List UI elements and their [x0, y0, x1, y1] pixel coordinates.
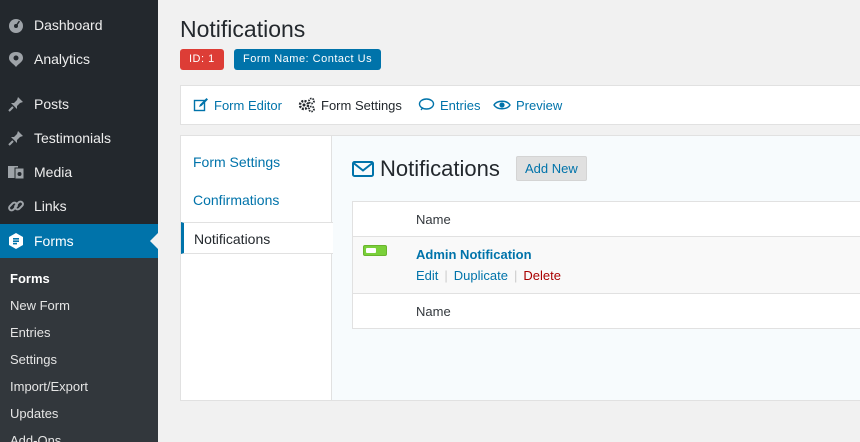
submenu-item-new-form[interactable]: New Form — [10, 298, 70, 313]
gears-icon — [298, 97, 315, 113]
submenu-item-updates[interactable]: Updates — [10, 406, 58, 421]
sidebar-item-testimonials[interactable]: Testimonials — [0, 121, 158, 155]
sidebar-item-label: Forms — [34, 233, 74, 249]
page-title: Notifications — [180, 16, 306, 42]
section-title-text: Notifications — [380, 156, 500, 181]
subnav-form-settings[interactable]: Form Settings — [181, 146, 332, 178]
envelope-icon — [352, 161, 374, 177]
edit-icon — [193, 98, 208, 112]
separator: | — [514, 268, 518, 283]
submenu-item-entries[interactable]: Entries — [10, 325, 50, 340]
toolbar-form-settings[interactable]: Form Settings — [298, 97, 402, 113]
sidebar-item-analytics[interactable]: Analytics — [0, 42, 158, 76]
active-toggle[interactable] — [363, 245, 387, 256]
section-title: Notifications — [352, 156, 500, 182]
sidebar-item-label: Media — [34, 164, 73, 180]
table-row: Admin Notification Edit | Duplicate | De… — [353, 237, 860, 294]
form-name-badge: Form Name: Contact Us — [234, 49, 382, 70]
separator: | — [444, 268, 448, 283]
toolbar-label: Form Editor — [214, 97, 282, 113]
sidebar-item-label: Testimonials — [34, 130, 112, 146]
delete-link[interactable]: Delete — [523, 268, 561, 283]
sidebar-item-links[interactable]: Links — [0, 189, 158, 223]
notifications-table: Name Admin Notification Edit | Duplicate… — [352, 201, 860, 329]
sidebar-item-forms[interactable]: Forms — [0, 224, 158, 258]
pin-icon — [6, 94, 26, 114]
table-header: Name — [353, 202, 860, 237]
toolbar-form-editor[interactable]: Form Editor — [193, 97, 282, 113]
eye-icon — [493, 100, 511, 110]
sidebar-item-label: Analytics — [34, 51, 91, 67]
admin-sidebar: Dashboard Analytics Posts Testimonials M… — [0, 0, 158, 442]
comment-icon — [418, 98, 435, 111]
toolbar-entries[interactable]: Entries — [418, 97, 480, 113]
link-icon — [6, 196, 26, 216]
forms-icon — [6, 231, 26, 251]
submenu-item-forms[interactable]: Forms — [10, 271, 50, 286]
sidebar-item-label: Posts — [34, 96, 70, 112]
dashboard-icon — [6, 15, 26, 35]
sidebar-item-media[interactable]: Media — [0, 155, 158, 189]
subnav-confirmations[interactable]: Confirmations — [181, 184, 332, 216]
form-toolbar: Form Editor Form Settings Entries Previe… — [180, 85, 860, 125]
sidebar-item-label: Dashboard — [34, 17, 103, 33]
toolbar-label: Preview — [516, 97, 563, 113]
sidebar-item-label: Links — [34, 198, 67, 214]
media-icon — [6, 162, 26, 182]
notifications-content: Notifications Add New Name Admin Notific… — [332, 136, 860, 400]
edit-link[interactable]: Edit — [416, 268, 438, 283]
submenu-item-import-export[interactable]: Import/Export — [10, 379, 88, 394]
add-new-button[interactable]: Add New — [516, 156, 587, 181]
notification-title-link[interactable]: Admin Notification — [416, 247, 532, 262]
toolbar-label: Form Settings — [321, 97, 402, 113]
subnav-notifications[interactable]: Notifications — [181, 222, 333, 254]
duplicate-link[interactable]: Duplicate — [454, 268, 508, 283]
column-header-name[interactable]: Name — [416, 212, 451, 227]
forms-submenu: Forms New Form Entries Settings Import/E… — [0, 258, 158, 442]
submenu-item-settings[interactable]: Settings — [10, 352, 57, 367]
settings-panel: Form Settings Confirmations Notification… — [180, 135, 860, 401]
toolbar-preview[interactable]: Preview — [493, 97, 562, 113]
settings-subnav: Form Settings Confirmations Notification… — [181, 136, 333, 400]
table-footer: Name — [353, 293, 860, 328]
toolbar-label: Entries — [440, 97, 481, 113]
analytics-icon — [6, 49, 26, 69]
form-id-badge: ID: 1 — [180, 49, 224, 70]
row-actions: Edit | Duplicate | Delete — [416, 268, 561, 283]
pin-icon — [6, 128, 26, 148]
sidebar-item-dashboard[interactable]: Dashboard — [0, 8, 158, 42]
submenu-item-add-ons[interactable]: Add-Ons — [10, 433, 61, 442]
column-footer-name[interactable]: Name — [416, 304, 451, 319]
sidebar-item-posts[interactable]: Posts — [0, 87, 158, 121]
